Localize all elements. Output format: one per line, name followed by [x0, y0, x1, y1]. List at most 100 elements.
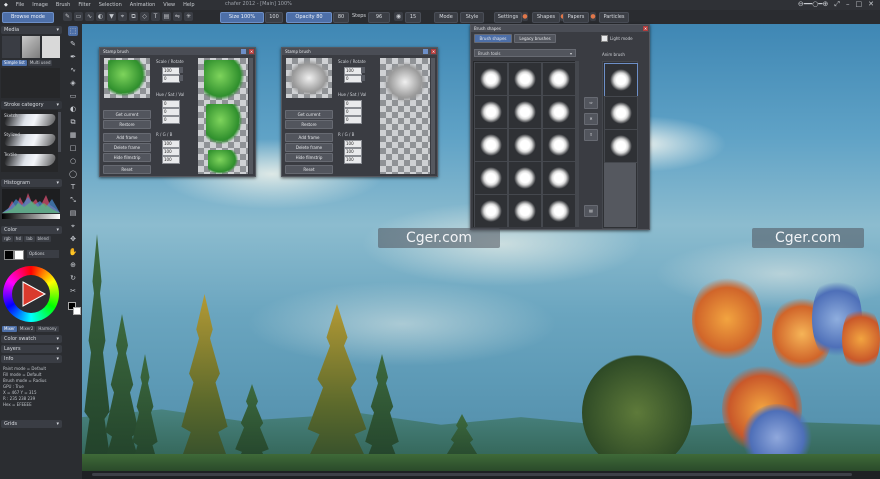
- g-field[interactable]: 100: [162, 148, 180, 156]
- shape-cell[interactable]: [474, 95, 508, 129]
- add-frame-button[interactable]: Add frame: [103, 133, 151, 142]
- g-field[interactable]: 100: [344, 148, 362, 156]
- shape-cell[interactable]: [542, 161, 575, 195]
- zoom-tool-icon[interactable]: ⊕: [68, 260, 78, 270]
- rotate-spinner[interactable]: [179, 75, 183, 81]
- symmetry-icon[interactable]: ✳: [184, 12, 193, 21]
- color-triangle-icon[interactable]: [3, 266, 59, 322]
- r-field[interactable]: 100: [344, 140, 362, 148]
- blend-tool-icon[interactable]: ◐: [68, 104, 78, 114]
- hue-field[interactable]: 0: [344, 100, 362, 108]
- shape-cell[interactable]: [474, 161, 508, 195]
- secondary-color-swatch[interactable]: [14, 250, 24, 260]
- import-shape-icon[interactable]: ⇪: [584, 129, 598, 141]
- media-thumb-paper[interactable]: [22, 36, 40, 58]
- hue-field[interactable]: 0: [162, 100, 180, 108]
- tab-rgb[interactable]: rgb: [2, 236, 13, 242]
- blend-icon[interactable]: ◐: [96, 12, 105, 21]
- shape-cell[interactable]: [542, 95, 575, 129]
- sat-field[interactable]: 0: [344, 108, 362, 116]
- gradient-tool-icon[interactable]: ▤: [68, 208, 78, 218]
- browse-mode-button[interactable]: Browse mode: [2, 12, 54, 23]
- clone-icon[interactable]: ⧉: [129, 12, 138, 21]
- brush-icon[interactable]: ✎: [63, 12, 72, 21]
- settings-button[interactable]: Settings: [494, 12, 522, 23]
- menu-help[interactable]: Help: [183, 2, 194, 8]
- scale-field[interactable]: 100: [162, 67, 180, 75]
- rectangle-tool-icon[interactable]: □: [68, 143, 78, 153]
- brush-category-dropdown[interactable]: Brush tools ▾: [474, 49, 576, 57]
- scale-spinner[interactable]: [361, 67, 365, 73]
- rotate-field[interactable]: 0: [344, 75, 362, 83]
- move-tool-icon[interactable]: ✥: [68, 234, 78, 244]
- tab-mixer[interactable]: Mixer: [2, 326, 17, 332]
- shapes-button[interactable]: Shapes: [532, 12, 560, 23]
- info-header[interactable]: Info ▾: [1, 355, 62, 363]
- r-field[interactable]: 100: [162, 140, 180, 148]
- media-thumb-canvas[interactable]: [42, 36, 60, 58]
- media-header[interactable]: Media ▾: [1, 26, 62, 34]
- shape-cell[interactable]: [508, 194, 542, 227]
- menu-animation[interactable]: Animation: [130, 2, 156, 8]
- filmstrip-frame[interactable]: [206, 104, 242, 144]
- shape-cell[interactable]: [508, 128, 542, 162]
- maximize-icon[interactable]: □: [856, 0, 863, 9]
- mode-dropdown[interactable]: Mode: [434, 12, 458, 23]
- bg-color-icon[interactable]: [73, 307, 81, 315]
- filmstrip[interactable]: [380, 58, 430, 174]
- size-value-field[interactable]: 100: [265, 12, 283, 23]
- shape-cell[interactable]: [508, 62, 542, 96]
- histogram-header[interactable]: Histogram ▾: [1, 179, 62, 187]
- menu-brush[interactable]: Brush: [56, 2, 70, 8]
- lasso-tool-icon[interactable]: ◯: [68, 169, 78, 179]
- panel-title[interactable]: Brush shapes: [471, 25, 649, 32]
- menu-filter[interactable]: Filter: [78, 2, 90, 8]
- flow-field[interactable]: 15: [405, 12, 421, 23]
- shape-cell[interactable]: [542, 62, 575, 96]
- panel-pin-icon[interactable]: [423, 49, 428, 54]
- shapes-scrollbar[interactable]: [575, 61, 579, 227]
- opacity-slider[interactable]: Opacity 80: [286, 12, 332, 23]
- particles-button[interactable]: Particles: [599, 12, 629, 23]
- shape-cell[interactable]: [474, 62, 508, 96]
- get-current-button[interactable]: Get current: [285, 110, 333, 119]
- rotate-field[interactable]: 0: [162, 75, 180, 83]
- shape-cell[interactable]: [542, 128, 575, 162]
- pattern-tool-icon[interactable]: ▦: [68, 130, 78, 140]
- shape-cell[interactable]: [508, 95, 542, 129]
- tab-blend[interactable]: blend: [35, 236, 51, 242]
- reset-button[interactable]: Reset: [103, 165, 151, 174]
- primary-color-swatch[interactable]: [4, 250, 14, 260]
- restore-button[interactable]: Restore: [103, 120, 151, 129]
- add-shape-icon[interactable]: ⇨: [584, 97, 598, 109]
- picker-icon[interactable]: ⌖: [118, 12, 127, 21]
- light-mode-checkbox[interactable]: [601, 35, 608, 42]
- app-logo-icon[interactable]: ◆: [4, 2, 8, 8]
- filmstrip-frame[interactable]: [384, 62, 426, 102]
- tab-brush-shapes[interactable]: Brush shapes: [474, 34, 512, 43]
- filmstrip[interactable]: [198, 58, 248, 174]
- val-field[interactable]: 0: [162, 116, 180, 124]
- panel-title[interactable]: Stamp brush: [100, 48, 255, 55]
- opacity-value-field[interactable]: 80: [333, 12, 349, 23]
- zoom-slider-icon[interactable]: ⊖━━○━⊕: [798, 0, 828, 9]
- picker-tool-icon[interactable]: ⌖: [68, 221, 78, 231]
- scale-spinner[interactable]: [179, 67, 183, 73]
- color-wheel[interactable]: [3, 266, 59, 322]
- remove-shape-icon[interactable]: ✕: [584, 113, 598, 125]
- tab-lab[interactable]: lab: [24, 236, 35, 242]
- smudge-tool-icon[interactable]: ∿: [68, 65, 78, 75]
- shape-cell[interactable]: [508, 161, 542, 195]
- shape-cell[interactable]: [474, 128, 508, 162]
- brush-tool-icon[interactable]: ✎: [68, 39, 78, 49]
- b-field[interactable]: 100: [162, 156, 180, 164]
- brush-list-scrollbar[interactable]: [58, 112, 61, 152]
- sat-field[interactable]: 0: [162, 108, 180, 116]
- hide-filmstrip-button[interactable]: Hide filmstrip: [103, 153, 151, 162]
- flow-icon[interactable]: ◉: [394, 12, 403, 21]
- close-icon[interactable]: ✕: [249, 49, 254, 54]
- eraser-icon[interactable]: ▭: [74, 12, 83, 21]
- rotate-spinner[interactable]: [361, 75, 365, 81]
- anim-frame[interactable]: [604, 63, 638, 97]
- stroke-category-header[interactable]: Stroke category ▾: [1, 101, 62, 109]
